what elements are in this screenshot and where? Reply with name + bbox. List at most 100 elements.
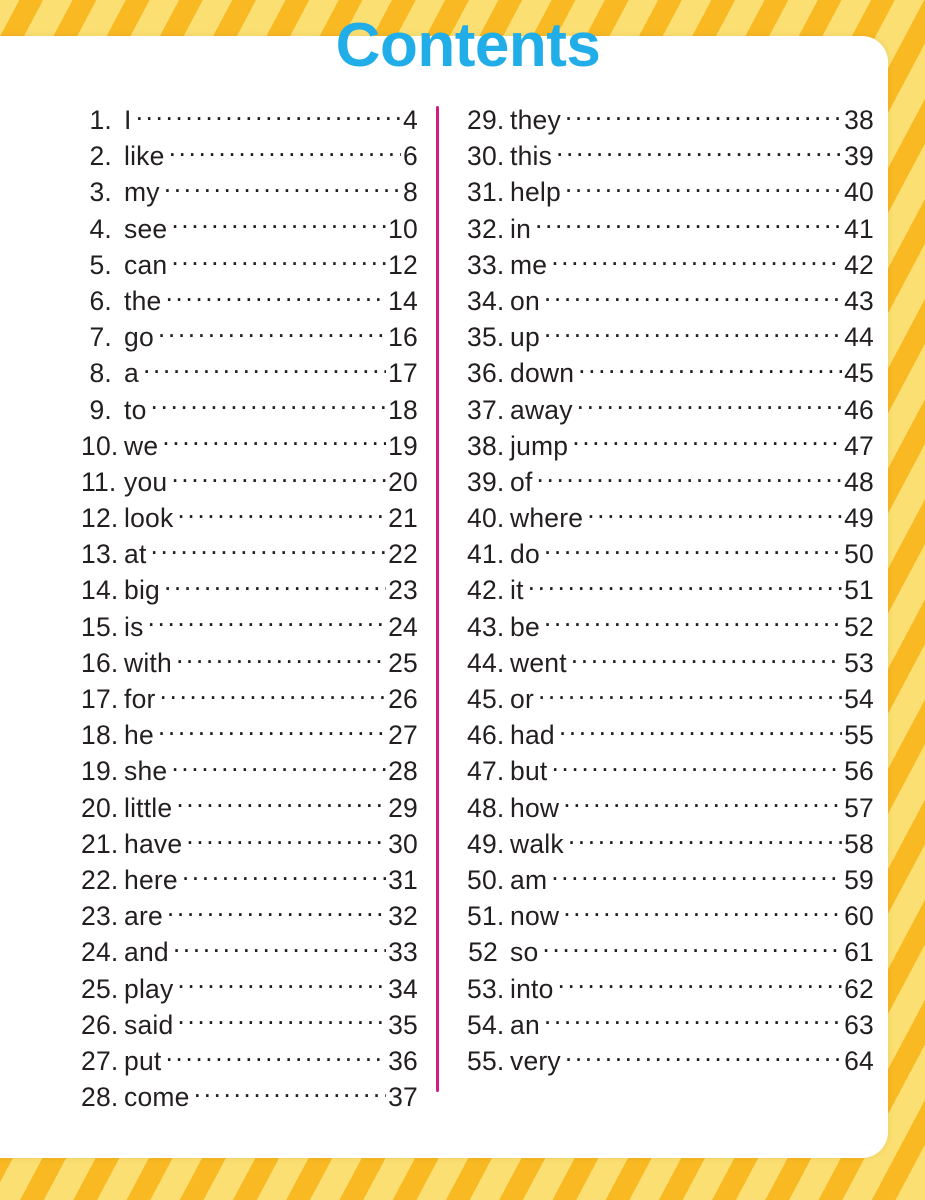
toc-entry[interactable]: 6. the 14	[81, 283, 418, 319]
toc-entry-word: play	[124, 973, 174, 1004]
toc-dot-leader	[551, 754, 842, 781]
toc-entry-word: little	[124, 792, 173, 823]
toc-entry[interactable]: 50.am 59	[467, 862, 874, 898]
toc-entry-word: are	[124, 901, 163, 932]
toc-dot-leader	[136, 103, 401, 130]
toc-entry[interactable]: 21.have 30	[81, 826, 418, 862]
toc-entry[interactable]: 10.we 19	[81, 428, 418, 464]
toc-entry[interactable]: 37.away 46	[467, 392, 874, 428]
toc-entry[interactable]: 40.where 49	[467, 500, 874, 536]
toc-entry-page-number: 46	[844, 394, 874, 425]
toc-entry[interactable]: 9. to 18	[81, 392, 418, 428]
toc-entry[interactable]: 43.be 52	[467, 609, 874, 645]
toc-entry[interactable]: 32.in 41	[467, 211, 874, 247]
toc-entry-page-number: 29	[388, 792, 418, 823]
toc-entry-word: how	[510, 792, 560, 823]
toc-entry-page-number: 32	[388, 901, 418, 932]
toc-entry[interactable]: 51.now 60	[467, 898, 874, 934]
toc-entry-number: 13.	[81, 539, 119, 570]
toc-dot-leader	[167, 899, 386, 926]
toc-entry[interactable]: 17.for 26	[81, 681, 418, 717]
toc-entry[interactable]: 30.this 39	[467, 138, 874, 174]
toc-entry[interactable]: 44.went 53	[467, 645, 874, 681]
toc-entry[interactable]: 5. can 12	[81, 247, 418, 283]
toc-entry-number: 2.	[89, 141, 112, 172]
toc-entry-word: jump	[510, 430, 569, 461]
toc-entry-page-number: 31	[388, 864, 418, 895]
toc-entry[interactable]: 13.at 22	[81, 536, 418, 572]
toc-entry[interactable]: 25.play 34	[81, 971, 418, 1007]
toc-dot-leader	[177, 501, 386, 528]
toc-entry[interactable]: 28.come 37	[81, 1079, 418, 1115]
toc-entry[interactable]: 41.do 50	[467, 536, 874, 572]
toc-entry-number: 54.	[467, 1009, 505, 1040]
toc-entry[interactable]: 8. a 17	[81, 355, 418, 391]
toc-entry[interactable]: 19.she 28	[81, 753, 418, 789]
toc-entry[interactable]: 31.help 40	[467, 174, 874, 210]
toc-entry[interactable]: 7. go 16	[81, 319, 418, 355]
toc-entry-number: 49.	[467, 828, 505, 859]
toc-entry-word: but	[510, 756, 548, 787]
toc-entry[interactable]: 1. I 4	[81, 102, 418, 138]
toc-dot-leader	[158, 718, 386, 745]
toc-entry[interactable]: 27.put 36	[81, 1043, 418, 1079]
toc-entry[interactable]: 35.up 44	[467, 319, 874, 355]
toc-entry[interactable]: 4. see 10	[81, 211, 418, 247]
toc-entry-page-number: 30	[388, 828, 418, 859]
toc-entry[interactable]: 48.how 57	[467, 790, 874, 826]
toc-entry[interactable]: 33.me 42	[467, 247, 874, 283]
toc-dot-leader	[556, 139, 842, 166]
toc-entry[interactable]: 2. like 6	[81, 138, 418, 174]
toc-entry[interactable]: 22.here 31	[81, 862, 418, 898]
toc-entry[interactable]: 52 so 61	[467, 934, 874, 970]
toc-entry[interactable]: 38.jump 47	[467, 428, 874, 464]
toc-entry-page-number: 12	[388, 249, 418, 280]
toc-entry[interactable]: 23.are 32	[81, 898, 418, 934]
toc-entry[interactable]: 34.on 43	[467, 283, 874, 319]
toc-entry[interactable]: 49.walk 58	[467, 826, 874, 862]
toc-entry[interactable]: 39.of 48	[467, 464, 874, 500]
toc-entry[interactable]: 14.big 23	[81, 572, 418, 608]
toc-entry[interactable]: 53.into 62	[467, 971, 874, 1007]
toc-entry-page-number: 52	[844, 611, 874, 642]
toc-dot-leader	[165, 1043, 386, 1070]
toc-entry[interactable]: 26.said 35	[81, 1007, 418, 1043]
toc-entry[interactable]: 45.or 54	[467, 681, 874, 717]
toc-entry[interactable]: 12.look 21	[81, 500, 418, 536]
toc-entry-number: 36.	[467, 358, 505, 389]
toc-entry[interactable]: 55.very 64	[467, 1043, 874, 1079]
toc-dot-leader	[151, 392, 387, 419]
toc-entry[interactable]: 29.they 38	[467, 102, 874, 138]
toc-dot-leader	[587, 501, 842, 528]
toc-entry[interactable]: 16.with 25	[81, 645, 418, 681]
toc-entry-number: 30.	[467, 141, 505, 172]
toc-dot-leader	[558, 971, 843, 998]
toc-entry[interactable]: 11.you 20	[81, 464, 418, 500]
toc-entry-page-number: 27	[388, 720, 418, 751]
toc-entry[interactable]: 36.down 45	[467, 355, 874, 391]
toc-entry[interactable]: 46.had 55	[467, 717, 874, 753]
toc-dot-leader	[171, 754, 386, 781]
toc-entry-number: 19.	[81, 756, 119, 787]
toc-dot-leader	[565, 103, 842, 130]
toc-entry-word: now	[510, 901, 560, 932]
toc-entry[interactable]: 24.and 33	[81, 934, 418, 970]
toc-entry[interactable]: 20.little 29	[81, 790, 418, 826]
toc-entry[interactable]: 47.but 56	[467, 753, 874, 789]
toc-entry-word: away	[510, 394, 573, 425]
toc-entry[interactable]: 42.it 51	[467, 572, 874, 608]
toc-entry[interactable]: 54.an 63	[467, 1007, 874, 1043]
toc-entry-number: 17.	[81, 684, 119, 714]
toc-entry-number: 46.	[467, 720, 505, 751]
toc-entry-number: 44.	[467, 647, 505, 678]
toc-entry-page-number: 54	[844, 684, 874, 714]
toc-entry-number: 4.	[89, 213, 112, 244]
toc-entry-word: she	[124, 756, 168, 787]
toc-entry[interactable]: 3. my 8	[81, 174, 418, 210]
toc-entry[interactable]: 15.is 24	[81, 609, 418, 645]
toc-entry-page-number: 59	[844, 864, 874, 895]
toc-entry-number: 20.	[81, 792, 119, 823]
toc-entry[interactable]: 18.he 27	[81, 717, 418, 753]
toc-entry-word: here	[124, 864, 178, 895]
toc-entry-number: 50.	[467, 864, 505, 895]
